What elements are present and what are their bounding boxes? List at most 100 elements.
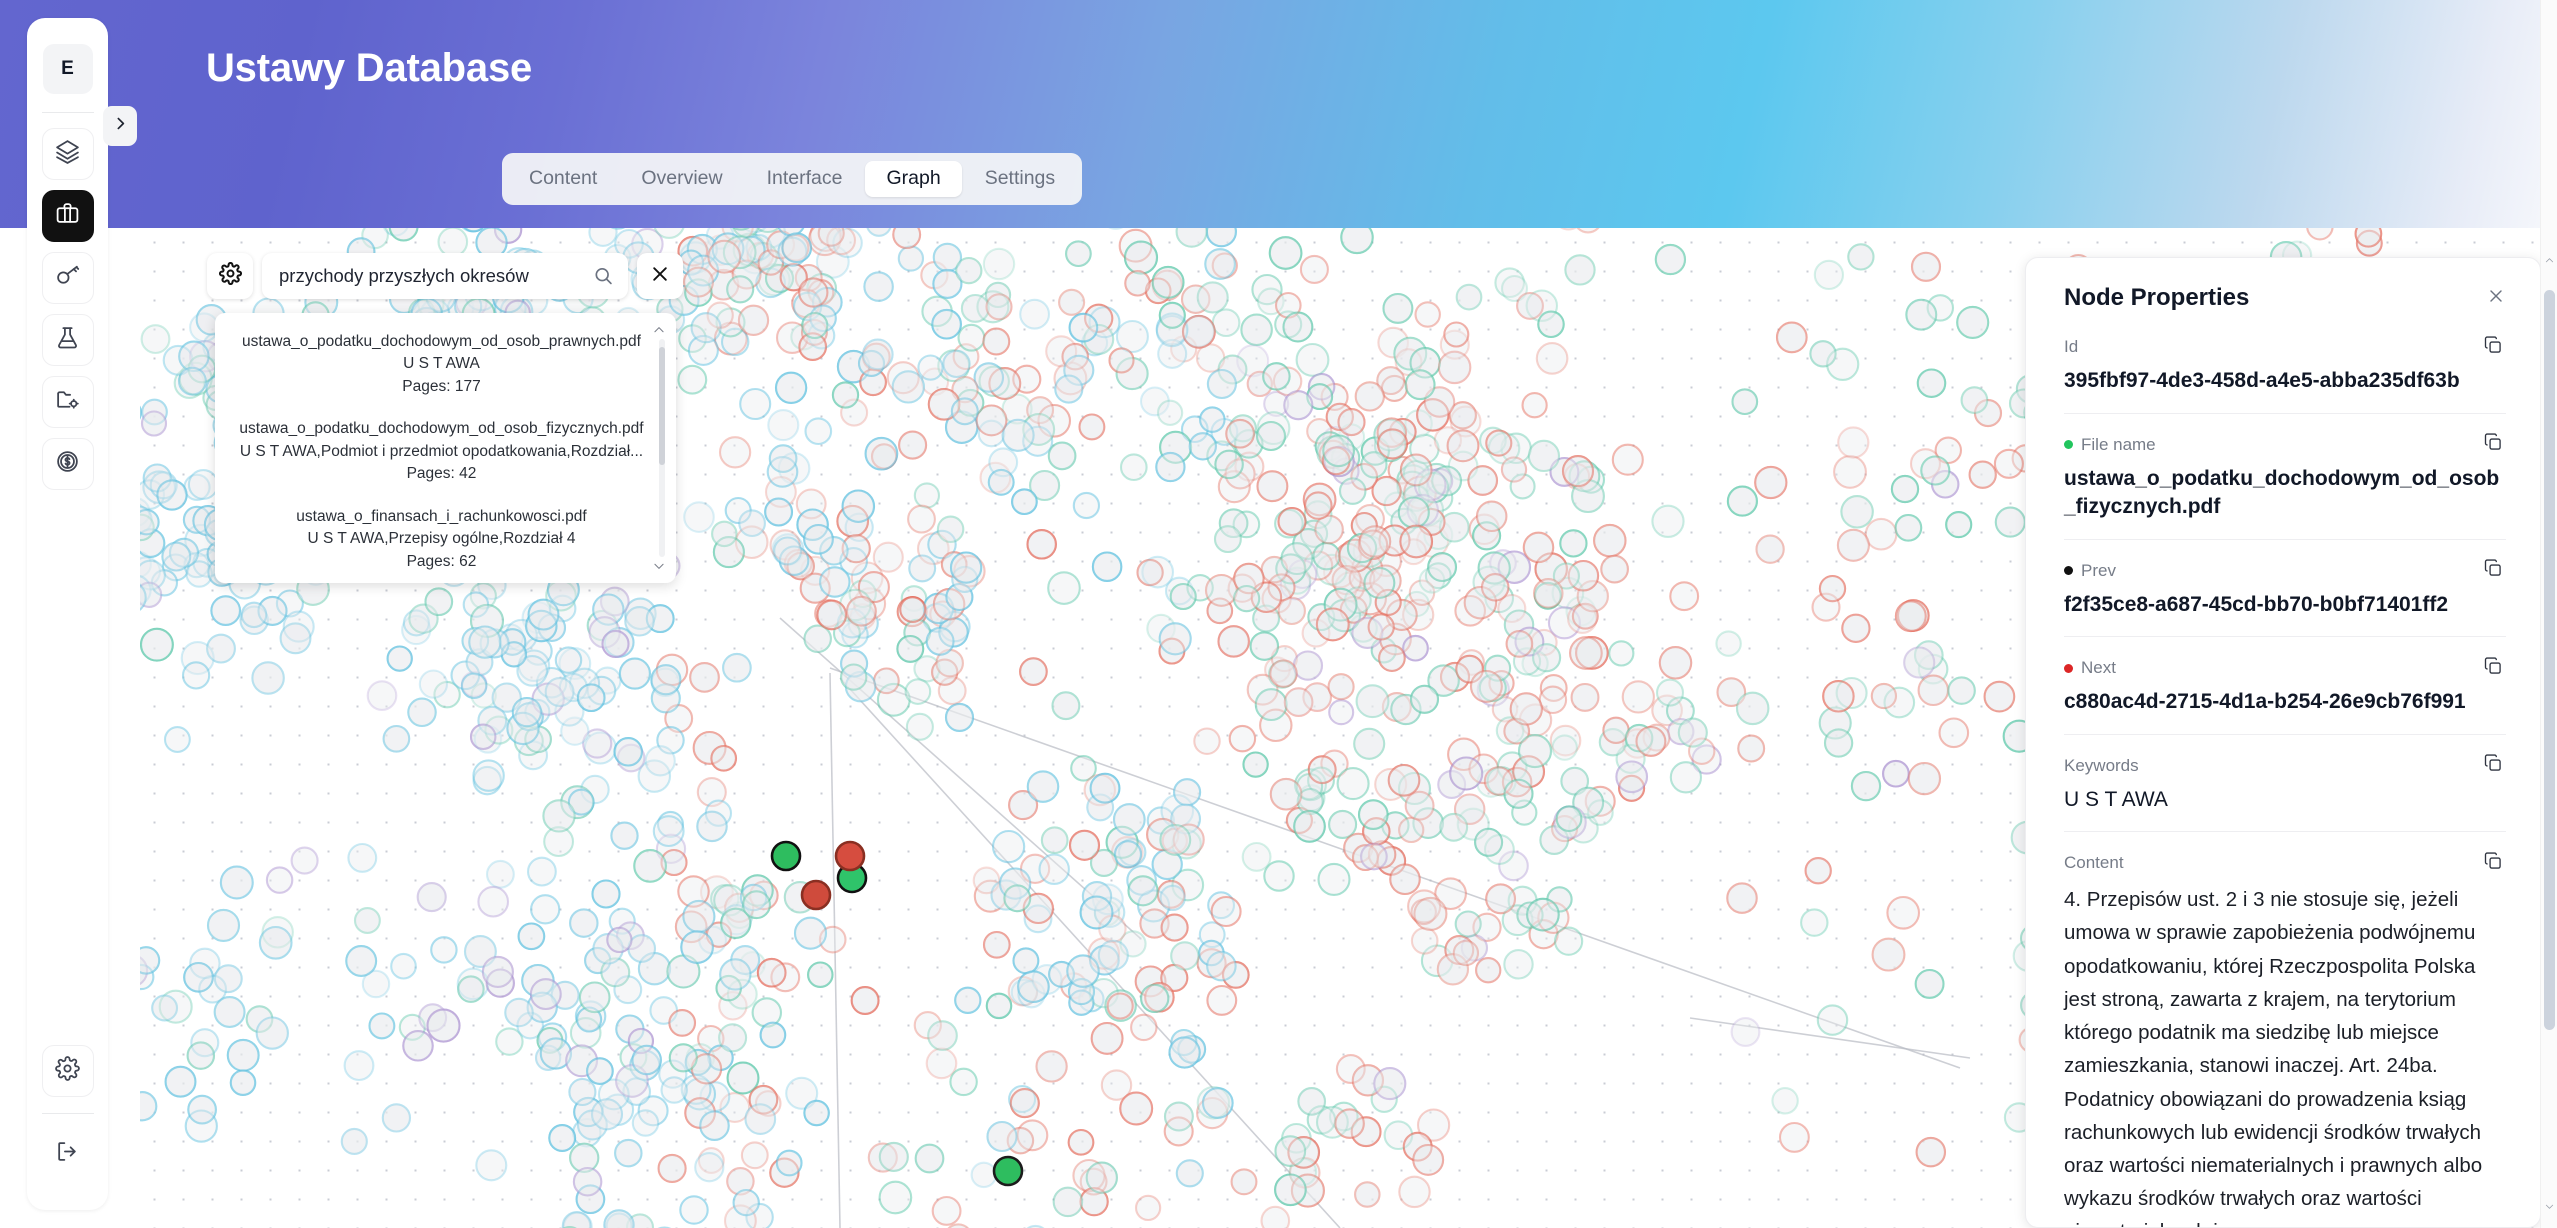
suggestions-scrollbar-thumb[interactable] [659,347,665,465]
node-property-value: c880ac4d-2715-4d1a-b254-26e9cb76f991 [2064,690,2466,714]
node-properties-title: Node Properties [2064,284,2250,311]
status-dot [2064,440,2073,450]
layers-icon [55,139,80,169]
tab-settings[interactable]: Settings [964,161,1076,197]
suggestion-file-name: ustawa_o_finansach_i_rachunkowosci.pdf [296,507,587,525]
sidebar-logo[interactable]: E [42,44,93,94]
copy-button[interactable] [2480,655,2506,681]
copy-button[interactable] [2480,558,2506,584]
copy-button[interactable] [2480,753,2506,779]
node-property-header: Keywords [2064,753,2506,779]
search-box[interactable] [262,253,628,299]
node-property-header: Next [2064,655,2506,681]
logout-icon [55,1139,80,1169]
sidebar-item-folder-settings[interactable] [41,376,94,428]
suggestion-pages: Pages: 42 [406,465,477,483]
node-properties-body: Id 395fbf97-4de3-458d-a4e5-abba235df63b Fi… [2026,312,2540,1227]
copy-button[interactable] [2480,334,2506,360]
close-icon [2486,286,2506,311]
graph-node-highlighted[interactable] [834,840,866,872]
node-property-value: f2f35ce8-a687-45cd-bb70-b0bf71401ff2 [2064,592,2449,616]
sidebar-divider [41,112,94,113]
node-property-label-text: Keywords [2064,755,2139,775]
node-property-label-text: Prev [2081,560,2116,580]
sidebar-item-billing[interactable] [41,438,94,490]
briefcase-icon [55,201,80,231]
suggestion-file-name: ustawa_o_podatku_dochodowym_od_osob_praw… [242,333,641,350]
page-scrollbar-thumb[interactable] [2544,290,2555,1030]
node-property-label: Content [2064,853,2124,873]
sidebar-bottom-divider [41,1113,94,1114]
tab-content[interactable]: Content [508,161,618,197]
sidebar-item-logout[interactable] [42,1128,94,1180]
sidebar-item-flask[interactable] [41,314,94,366]
page-scrollbar-up-arrow[interactable] [2541,252,2557,269]
node-property-label-text: Content [2064,853,2124,873]
node-properties-panel: Node Properties Id 395fbf97-4de3-458d-a4e… [2025,257,2541,1228]
tab-graph[interactable]: Graph [865,161,962,197]
dollar-circle-icon [55,449,80,479]
search-suggestions-list: ustawa_o_podatku_dochodowym_od_osob_praw… [215,313,676,583]
node-property-label: Id [2064,337,2078,357]
graph-node-highlighted[interactable] [770,840,802,872]
copy-button[interactable] [2480,432,2506,458]
suggestion-item[interactable]: ustawa_o_podatku_dochodowym_od_osob_fizy… [229,411,654,498]
node-property-header: Prev [2064,558,2506,584]
node-property-label: Keywords [2064,756,2139,776]
folder-settings-icon [55,387,80,417]
sidebar-expand-button[interactable] [103,106,137,146]
copy-icon [2483,335,2503,360]
copy-button[interactable] [2480,850,2506,876]
node-property: Id 395fbf97-4de3-458d-a4e5-abba235df63b [2064,334,2506,414]
graph-node-highlighted[interactable] [800,879,832,911]
page-title: Ustawy Database [206,46,533,90]
sidebar-item-key[interactable] [41,252,94,304]
sidebar-items [41,128,94,490]
node-property-label: Prev [2064,561,2116,581]
close-icon [650,264,670,289]
sidebar-bottom [41,1045,94,1210]
node-property-header: Id [2064,334,2506,360]
node-property-label-text: File name [2081,434,2156,454]
gear-icon [55,1056,80,1086]
app-header: Ustawy Database Content Overview Interface… [0,0,2557,228]
graph-settings-button[interactable] [207,253,253,299]
node-property-label-text: Next [2081,658,2116,678]
suggestions-scroll-down[interactable] [650,557,668,575]
node-property-label: File name [2064,435,2156,455]
node-property-header: Content [2064,850,2506,876]
sidebar: E [27,18,108,1210]
sidebar-item-briefcase[interactable] [41,190,94,242]
node-property: Next c880ac4d-2715-4d1a-b254-26e9cb76f991 [2064,655,2506,735]
graph-search-row [207,253,683,299]
search-icon[interactable] [593,266,614,287]
status-dot [2064,566,2073,576]
search-input[interactable] [262,253,628,299]
graph-node-highlighted[interactable] [992,1155,1024,1187]
tab-bar: Content Overview Interface Graph Settings [502,153,1083,205]
node-property: Keywords U S T AWA [2064,753,2506,833]
app-root: Ustawy Database Content Overview Interface… [0,0,2557,1228]
sidebar-item-settings[interactable] [41,1045,94,1097]
page-scrollbar[interactable] [2540,0,2557,1228]
suggestions-scroll-up[interactable] [650,321,668,339]
search-suggestions[interactable]: ustawa_o_podatku_dochodowym_od_osob_praw… [215,313,676,583]
copy-icon [2483,851,2503,876]
suggestion-file-name: ustawa_o_podatku_dochodowym_od_osob_fizy… [239,420,644,438]
search-clear-button[interactable] [637,253,683,299]
suggestion-meta: U S T AWA,Podmiot i przedmiot opodatkowa… [239,442,644,460]
suggestion-item[interactable]: ustawa_o_podatku_dochodowym_od_osob_praw… [229,324,654,411]
copy-icon [2483,558,2503,583]
tab-interface[interactable]: Interface [746,161,864,197]
suggestion-item[interactable]: ustawa_o_finansach_i_rachunkowosci.pdf U … [229,499,654,583]
page-scrollbar-down-arrow[interactable] [2541,1198,2557,1215]
sidebar-item-layers[interactable] [41,128,94,180]
node-properties-header: Node Properties [2026,258,2540,312]
suggestion-meta: U S T AWA [403,355,480,373]
node-properties-close-button[interactable] [2482,284,2510,312]
gear-icon [218,261,242,290]
node-property-label-text: Id [2064,337,2079,356]
tab-overview[interactable]: Overview [620,161,743,197]
node-property-content: Content 4. Przepisów ust. 2 i 3 nie stosu… [2064,850,2506,1227]
suggestions-scrollbar-track[interactable] [659,339,665,557]
